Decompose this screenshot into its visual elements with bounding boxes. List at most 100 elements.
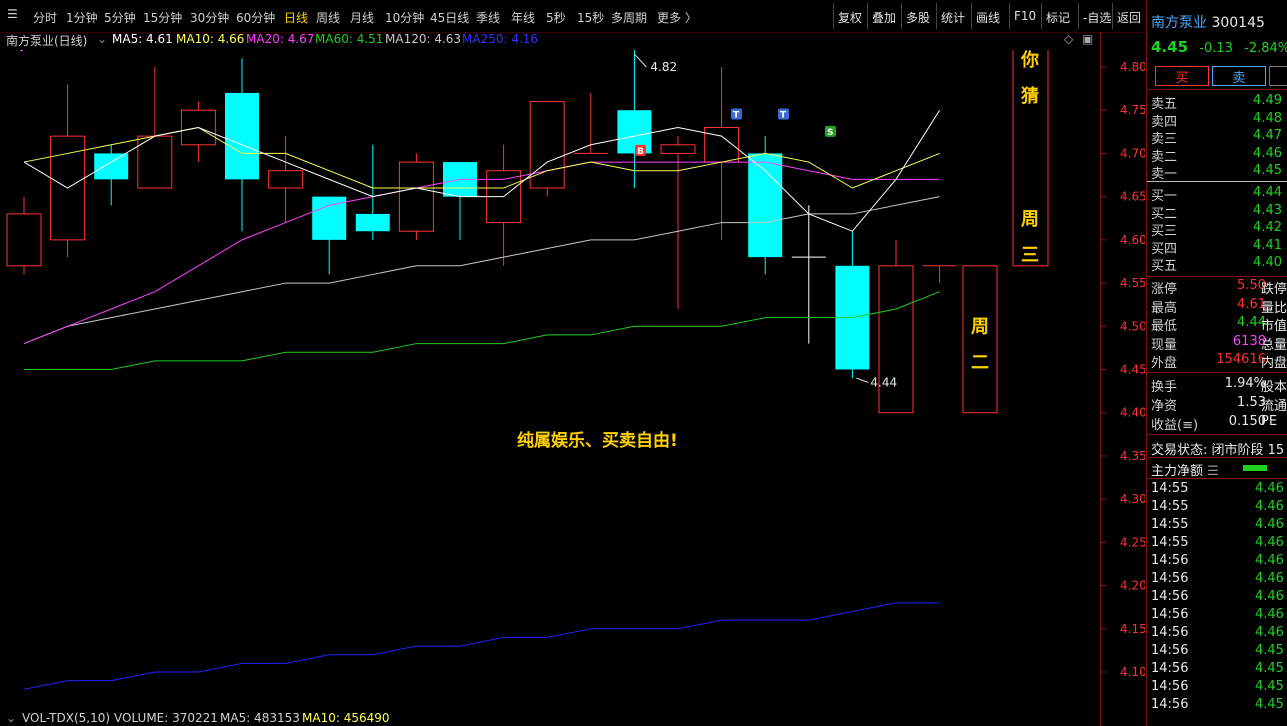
candle-body	[6, 213, 42, 267]
list-icon[interactable]: ☰	[1207, 464, 1219, 479]
tick-row: 14:55 4.46	[1151, 535, 1284, 553]
stat-row-0-label: 涨停	[1151, 282, 1178, 297]
diamond-icon[interactable]: ◇	[1064, 32, 1073, 46]
buy-level-1-value: 4.43	[1253, 202, 1282, 218]
tick-time: 14:55	[1151, 481, 1189, 496]
toolbar-separator	[901, 3, 902, 29]
vol-ma10: MA10: 456490	[302, 711, 390, 725]
period-tab-13[interactable]: 5秒	[546, 9, 566, 26]
signal-badge-text: T	[780, 111, 787, 121]
chevron-down-icon[interactable]: ⌄	[97, 32, 107, 46]
candle-body	[748, 153, 783, 258]
candle-body	[94, 153, 129, 180]
stat-row-4-value: 154616	[1216, 352, 1266, 367]
tick-price: 4.45	[1255, 661, 1284, 676]
axis-tick-label: 4.80	[1120, 60, 1145, 74]
tick-row: 14:56 4.46	[1151, 553, 1284, 571]
tick-price: 4.46	[1255, 625, 1284, 640]
stat2-row-1-extra: 流通	[1261, 399, 1287, 414]
sell-button[interactable]: 卖	[1212, 66, 1266, 86]
ma20-legend: MA20: 4.67	[246, 32, 315, 46]
annotation-wednesday-char: 周	[1021, 209, 1039, 230]
stat-row-0-extra: 跌停	[1261, 282, 1287, 297]
chevron-down-icon[interactable]: ⌄	[6, 711, 16, 725]
ma-legend-bar: 南方泵业(日线) ⌄ MA5: 4.61 MA10: 4.66 MA20: 4.…	[0, 32, 1100, 50]
low-price-label: 4.44	[870, 375, 897, 389]
more-order-button[interactable]	[1269, 66, 1287, 86]
toolbar-button-8[interactable]: 返回	[1117, 9, 1141, 26]
period-toolbar: 分时 1分钟 5分钟 15分钟 30分钟 60分钟 日线 周线 月线 10分钟 45日线 季线 年线 5秒…	[0, 0, 1145, 33]
toolbar-separator	[1009, 3, 1010, 29]
window-toggle-icon[interactable]: ▣	[1082, 32, 1093, 46]
stat-row-3-extra: 总量	[1261, 337, 1287, 353]
tick-price: 4.46	[1255, 499, 1284, 514]
tick-time: 14:56	[1151, 589, 1189, 604]
annotation-guess-char: 猜	[1020, 86, 1039, 107]
period-tab-16[interactable]: 更多 〉	[657, 9, 697, 26]
main-flow-bar	[1243, 465, 1267, 471]
stat-row-3-label: 现量	[1151, 337, 1178, 353]
tick-time: 14:56	[1151, 625, 1189, 640]
high-pointer	[634, 53, 647, 68]
tick-time: 14:55	[1151, 535, 1189, 550]
candle-body	[355, 213, 390, 232]
toolbar-button-0[interactable]: 复权	[838, 9, 862, 26]
buy-level-4-value: 4.40	[1253, 255, 1282, 270]
tick-time: 14:56	[1151, 571, 1189, 586]
period-tab-1[interactable]: 1分钟	[66, 9, 98, 26]
stat-row-4-extra: 内盘	[1261, 356, 1287, 371]
period-tab-3[interactable]: 15分钟	[143, 9, 182, 26]
period-tab-2[interactable]: 5分钟	[104, 9, 136, 26]
period-tab-11[interactable]: 季线	[476, 9, 500, 26]
period-tab-14[interactable]: 15秒	[577, 9, 604, 26]
ma60-legend: MA60: 4.51	[315, 32, 384, 46]
period-tab-0[interactable]: 分时	[33, 9, 57, 26]
kline-chart[interactable]: 4.80 4.75 4.70 4.65 4.60 4.55 4.50 4.45 4.40 4.35…	[0, 29, 1147, 710]
period-tab-15[interactable]: 多周期	[611, 9, 647, 26]
period-tab-7[interactable]: 周线	[316, 9, 340, 26]
period-tab-5[interactable]: 60分钟	[236, 9, 275, 26]
buy-level-4-label: 买五	[1151, 259, 1178, 274]
axis-tick-label: 4.45	[1120, 363, 1145, 377]
axis-tick-label: 4.30	[1120, 492, 1145, 506]
period-tab-4[interactable]: 30分钟	[190, 9, 229, 26]
price-change: -0.13	[1199, 41, 1233, 56]
sell-level-2: 卖三 4.47	[1151, 128, 1287, 147]
menu-icon[interactable]: ☰	[7, 7, 18, 21]
period-tab-12[interactable]: 年线	[511, 9, 535, 26]
vol-value: VOLUME: 370221	[114, 711, 218, 725]
tick-row: 14:56 4.46	[1151, 571, 1284, 589]
buy-level-2-value: 4.42	[1253, 220, 1282, 235]
main-flow-label: 主力净额 ☰	[1151, 460, 1219, 479]
toolbar-button-2[interactable]: 多股	[906, 9, 930, 26]
last-price: 4.45	[1151, 38, 1189, 56]
period-tab-9[interactable]: 10分钟	[385, 9, 424, 26]
tick-price: 4.45	[1255, 643, 1284, 658]
toolbar-button-7[interactable]: -自选	[1083, 9, 1111, 26]
buy-level-2-label: 买三	[1151, 224, 1178, 239]
period-tab-8[interactable]: 月线	[350, 9, 374, 26]
tick-price: 4.45	[1255, 697, 1284, 712]
sell-level-4-value: 4.45	[1253, 163, 1282, 178]
toolbar-button-6[interactable]: 标记	[1046, 9, 1070, 26]
buy-level-0-label: 买一	[1151, 189, 1178, 204]
tick-price: 4.46	[1255, 553, 1284, 568]
axis-tick-label: 4.15	[1120, 622, 1145, 636]
stat2-row-0-label: 换手	[1151, 380, 1178, 395]
tick-time: 14:56	[1151, 679, 1189, 694]
stock-header: 南方泵业 300145	[1151, 12, 1265, 32]
period-tab-6[interactable]: 日线	[284, 9, 308, 26]
buy-level-1-label: 买二	[1151, 206, 1178, 222]
buy-button[interactable]: 买	[1155, 66, 1209, 86]
sell-level-0: 卖五 4.49	[1151, 93, 1287, 112]
toolbar-button-4[interactable]: 画线	[976, 9, 1000, 26]
axis-tick-label: 4.70	[1120, 146, 1145, 160]
toolbar-button-3[interactable]: 统计	[941, 9, 965, 26]
period-tab-10[interactable]: 45日线	[430, 9, 469, 26]
marker-dot	[20, 48, 23, 51]
toolbar-button-1[interactable]: 叠加	[872, 9, 896, 26]
annotation-wednesday-char: 三	[1021, 245, 1039, 266]
trade-status: 交易状态: 闭市阶段 15	[1151, 443, 1285, 458]
ma5-legend: MA5: 4.61	[112, 32, 173, 46]
toolbar-button-5[interactable]: F10	[1014, 9, 1036, 23]
